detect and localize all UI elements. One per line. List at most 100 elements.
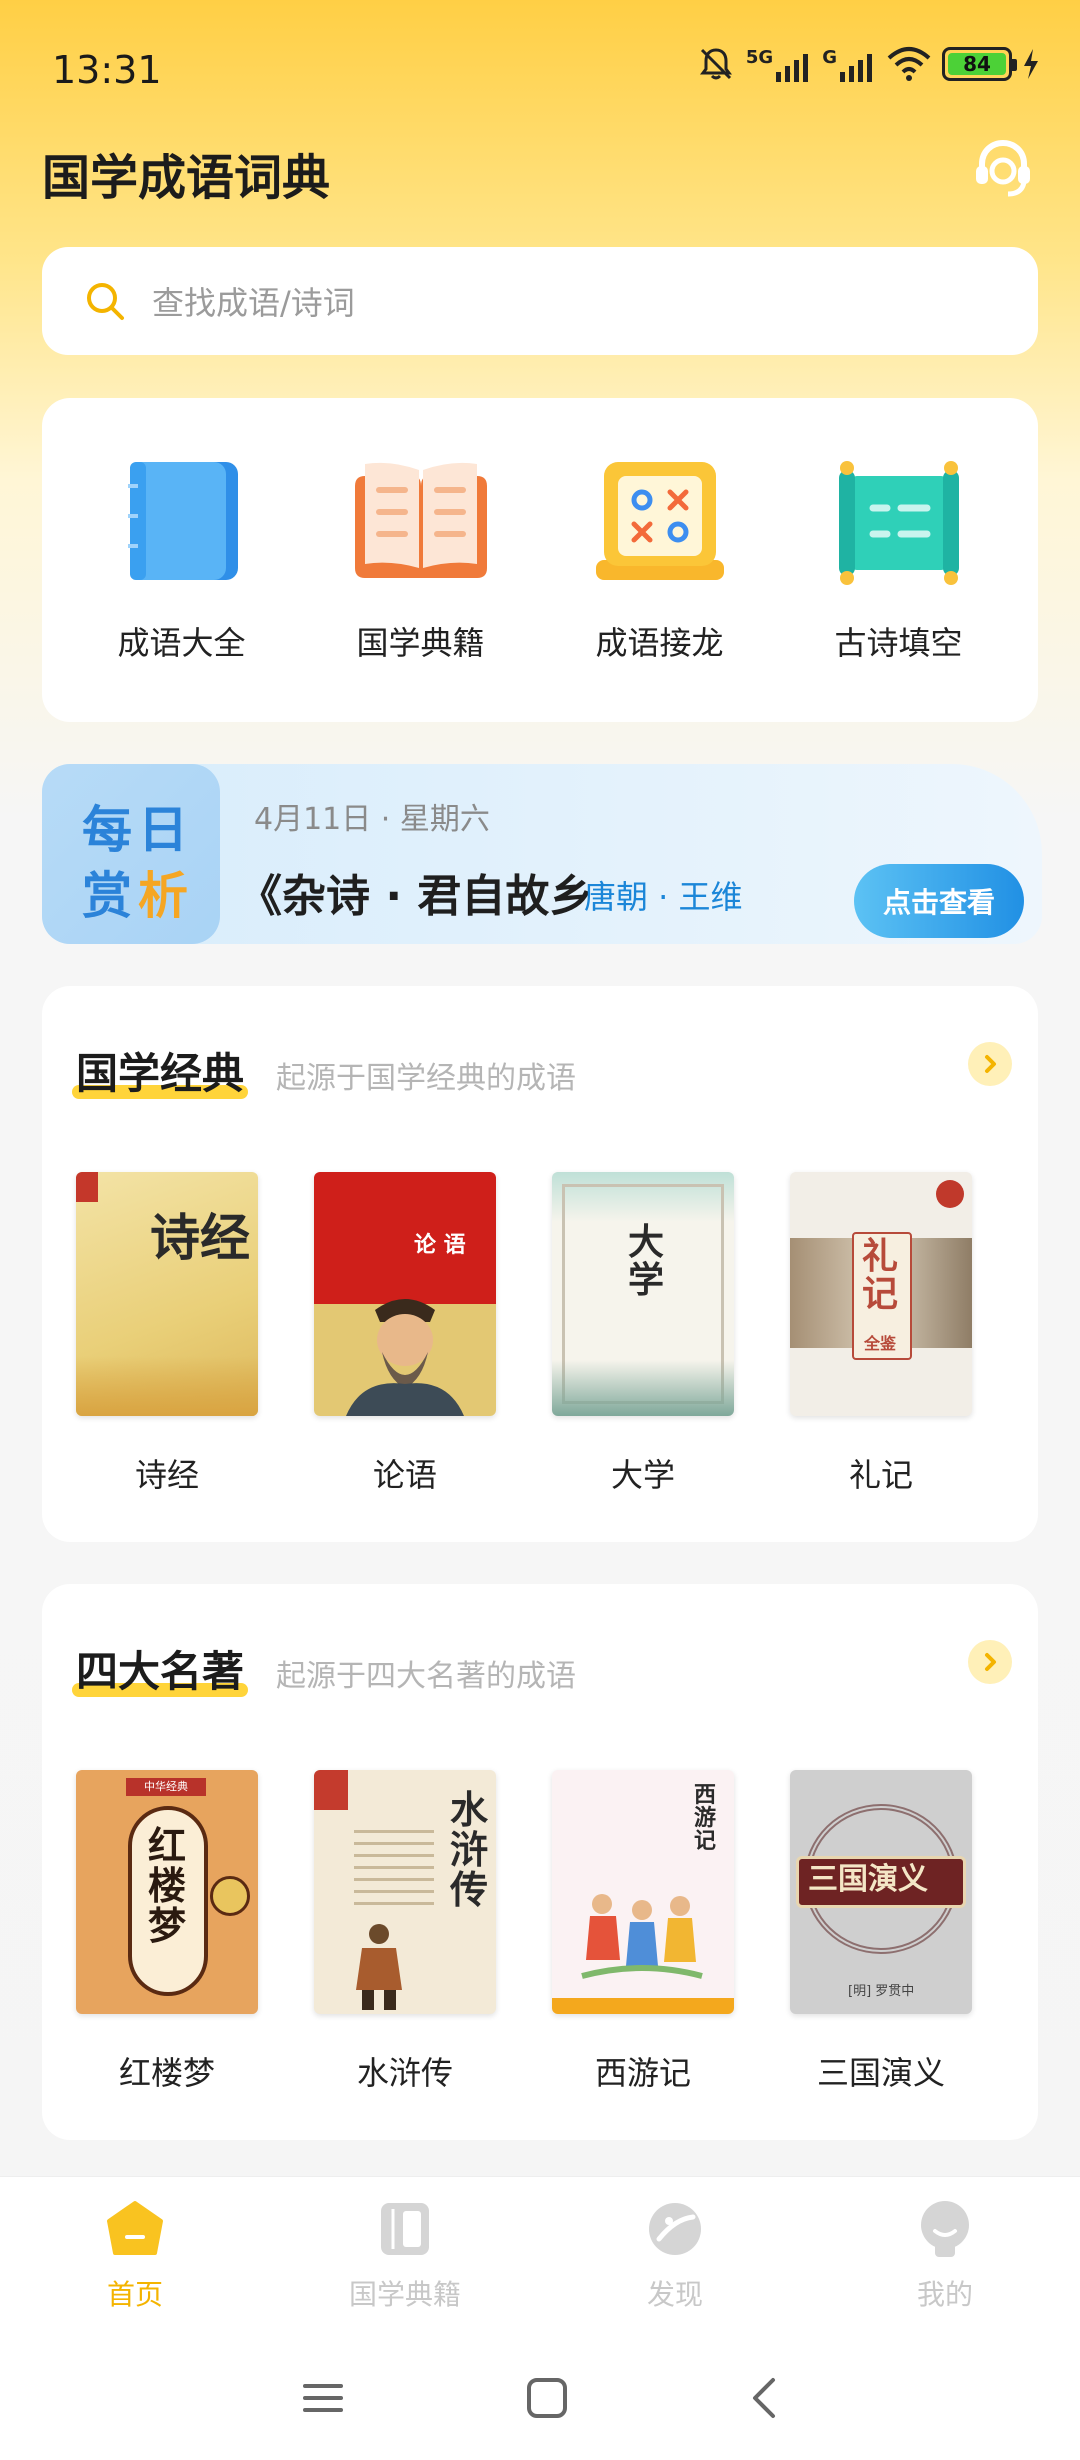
cover-landscape	[552, 1360, 734, 1416]
book-cover: 礼记 全鉴	[790, 1172, 972, 1416]
cover-tag: 中华经典	[126, 1778, 206, 1796]
cover-seal	[314, 1770, 348, 1810]
book-item-hongloumeng[interactable]: 中华经典 红楼梦 红楼梦	[76, 1770, 258, 2094]
signal-5g-icon: 5G	[746, 47, 812, 82]
nav-item-home[interactable]: 首页	[35, 2177, 235, 2336]
book-cover: 西游记	[552, 1770, 734, 2014]
section-four-classics: 四大名著 起源于四大名著的成语 中华经典 红楼梦 红楼梦 水浒传 水浒传 西游记…	[42, 1584, 1038, 2140]
planet-icon	[649, 2203, 701, 2255]
scroll-icon	[838, 461, 959, 585]
system-nav-bar	[0, 2336, 1080, 2460]
quick-item-idiom-chain[interactable]: 成语接龙	[550, 398, 770, 722]
nav-item-classics[interactable]: 国学典籍	[305, 2177, 505, 2336]
quick-label: 国学典籍	[356, 624, 485, 662]
badge-char: 每	[82, 801, 132, 859]
book-item-liji[interactable]: 礼记 全鉴 礼记	[790, 1172, 972, 1496]
app-title: 国学成语词典	[42, 150, 331, 206]
daily-poem-author: 唐朝 · 王维	[584, 878, 743, 916]
book-cover: 三国演义 [明] 罗贯中	[790, 1770, 972, 2014]
quick-item-idioms[interactable]: 成语大全	[72, 398, 292, 722]
status-bar: 13:31 5G G 84	[0, 0, 1080, 130]
nav-item-me[interactable]: 我的	[845, 2177, 1045, 2336]
book-label: 三国演义	[816, 2054, 945, 2092]
menu-icon[interactable]	[301, 2378, 345, 2418]
book-label: 西游记	[594, 2054, 691, 2092]
book-item-shuihuzhuan[interactable]: 水浒传 水浒传	[314, 1770, 496, 2094]
status-icons: 5G G 84	[696, 44, 1040, 84]
book-item-xiyouji[interactable]: 西游记 西游记	[552, 1770, 734, 2094]
cover-stripe	[552, 1998, 734, 2014]
quick-label: 成语接龙	[595, 624, 724, 662]
book-item-shijing[interactable]: 诗经 诗经	[76, 1172, 258, 1496]
book-cover: 论 语	[314, 1172, 496, 1416]
badge-char: 赏	[82, 867, 132, 925]
daily-date: 4月11日 · 星期六	[254, 802, 490, 837]
pilgrims-illustration-icon	[581, 1894, 703, 1979]
chevron-right-icon	[985, 1055, 996, 1073]
home-square-icon[interactable]	[525, 2376, 569, 2420]
signal-g-icon: G	[822, 47, 876, 82]
daily-badge: 每 日 赏 析	[42, 764, 220, 944]
daily-appreciation-banner[interactable]: 每 日 赏 析 4月11日 · 星期六 《杂诗 · 君自故乡 唐朝 · 王维 点…	[42, 764, 1042, 944]
battery-level: 84	[948, 53, 1006, 75]
confucius-portrait-icon	[346, 1299, 464, 1416]
cover-title: 论 语	[414, 1232, 466, 1258]
book-label: 水浒传	[356, 2054, 453, 2092]
book-cover: 大学	[552, 1172, 734, 1416]
quick-item-poem-fill[interactable]: 古诗填空	[789, 398, 1009, 722]
cover-subtitle: 全鉴	[864, 1334, 897, 1353]
book-item-daxue[interactable]: 大学 大学	[552, 1172, 734, 1496]
charging-icon	[1024, 49, 1038, 79]
section-more-button[interactable]	[968, 1042, 1012, 1086]
quick-menu: 成语大全 国学典籍 成语接龙 古诗填空	[42, 398, 1038, 722]
cover-title: 水浒传	[450, 1787, 489, 1912]
section-subtitle: 起源于四大名著的成语	[276, 1659, 577, 1694]
tic-tac-toe-icon	[595, 462, 724, 580]
section-title: 国学经典	[71, 1040, 249, 1101]
cover-seal	[210, 1876, 250, 1916]
home-icon	[107, 2201, 163, 2255]
user-icon	[921, 2201, 969, 2257]
section-header: 四大名著 起源于四大名著的成语	[71, 1638, 577, 1699]
section-subtitle: 起源于国学经典的成语	[276, 1061, 577, 1096]
cover-title: 大学	[628, 1221, 665, 1301]
network-type-2: G	[822, 46, 837, 68]
book-label: 论语	[372, 1456, 437, 1494]
search-input[interactable]: 查找成语/诗词	[42, 247, 1038, 355]
warrior-figure-icon	[356, 1924, 402, 2010]
open-book-icon	[354, 462, 487, 578]
badge-char: 析	[138, 867, 188, 925]
customer-service-icon[interactable]	[968, 134, 1038, 204]
network-type-1: 5G	[745, 46, 774, 68]
book-label: 礼记	[848, 1456, 913, 1494]
quick-label: 古诗填空	[834, 624, 963, 662]
book-item-sanguoyanyi[interactable]: 三国演义 [明] 罗贯中 三国演义	[790, 1770, 972, 2094]
cover-title: 诗经	[150, 1208, 250, 1267]
book-label: 诗经	[134, 1456, 199, 1494]
mute-bell-icon	[699, 48, 732, 80]
book-icon	[381, 2203, 429, 2255]
book-cover: 中华经典 红楼梦	[76, 1770, 258, 2014]
book-label: 红楼梦	[118, 2054, 215, 2092]
cover-title: 红楼梦	[148, 1823, 187, 1948]
cover-author: [明] 罗贯中	[848, 1984, 915, 1999]
back-icon[interactable]	[749, 2376, 779, 2420]
section-title: 四大名著	[71, 1638, 249, 1699]
book-blue-icon	[127, 462, 238, 580]
battery-icon: 84	[942, 47, 1017, 81]
quick-item-classics[interactable]: 国学典籍	[311, 398, 531, 722]
bottom-nav: 首页 国学典籍 发现 我的	[0, 2176, 1080, 2336]
nav-item-discover[interactable]: 发现	[575, 2177, 775, 2336]
book-cover: 水浒传	[314, 1770, 496, 2014]
book-item-lunyu[interactable]: 论 语 论语	[314, 1172, 496, 1496]
cover-decoration	[76, 1356, 258, 1416]
book-list: 中华经典 红楼梦 红楼梦 水浒传 水浒传 西游记 西游记 三国演义 [明] 罗贯…	[76, 1770, 972, 2094]
search-icon	[87, 283, 124, 320]
nav-label: 首页	[106, 2278, 163, 2311]
nav-label: 国学典籍	[348, 2278, 461, 2311]
section-header: 国学经典 起源于国学经典的成语	[71, 1040, 577, 1101]
view-button[interactable]: 点击查看	[854, 864, 1024, 938]
status-time: 13:31	[52, 48, 162, 92]
chevron-right-icon	[985, 1653, 996, 1671]
section-more-button[interactable]	[968, 1640, 1012, 1684]
